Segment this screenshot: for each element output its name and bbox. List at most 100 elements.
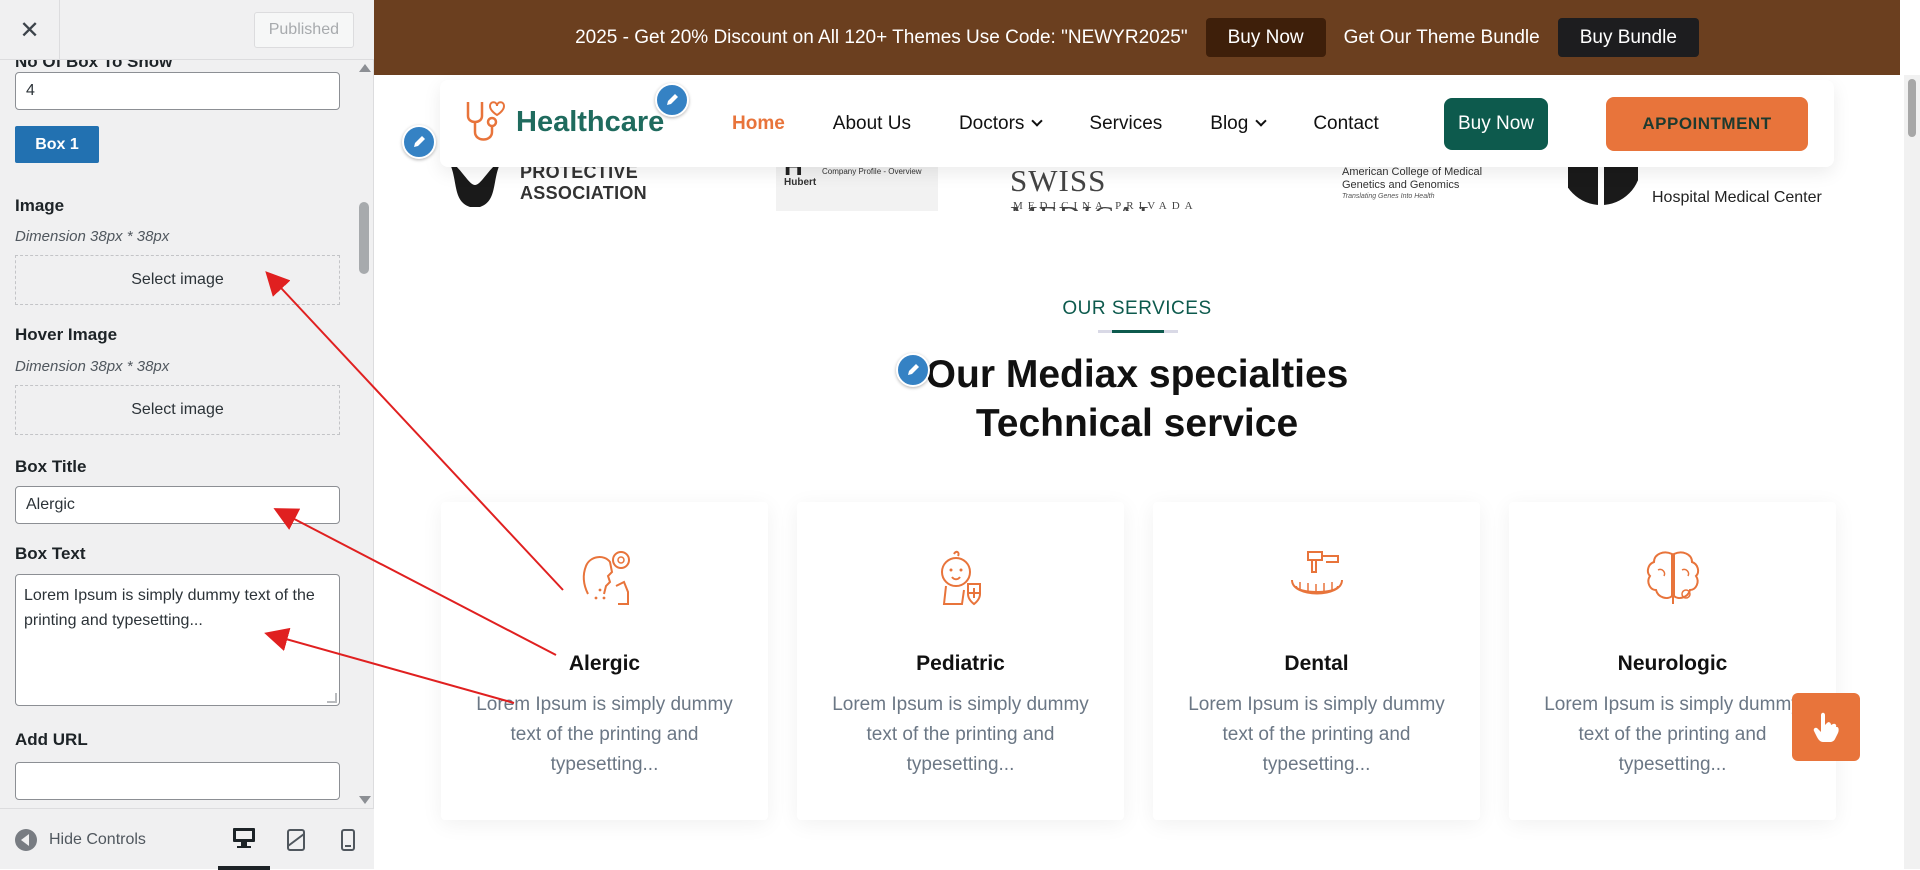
bundle-text: Get Our Theme Bundle [1343,26,1540,48]
nav-services[interactable]: Services [1089,113,1162,135]
scroll-down-arrow-icon[interactable] [359,796,371,804]
chevron-down-icon [1031,115,1044,127]
tablet-preview-button[interactable] [270,809,322,870]
floating-hand-button[interactable] [1792,693,1860,761]
service-card-dental[interactable]: Dental Lorem Ipsum is simply dummy text … [1153,502,1480,820]
service-card-text: Lorem Ipsum is simply dummy text of the … [476,694,733,775]
box-text-label: Box Text [15,544,86,563]
preview-scrollbar-thumb[interactable] [1908,79,1916,137]
hide-controls-label: Hide Controls [49,830,146,848]
edit-shortcut-logo[interactable] [655,83,689,117]
services-kicker: OUR SERVICES [1062,298,1212,319]
nav-services-label: Services [1089,112,1163,134]
partner-4-line1: American College of Medical [1342,166,1483,178]
buy-bundle-button[interactable]: Buy Bundle [1557,18,1699,57]
resize-grip-icon[interactable] [327,693,337,703]
partner-4-line2: Genetics and Genomics [1342,179,1460,191]
service-card-title: Dental [1284,652,1349,675]
promo-text: 2025 - Get 20% Discount on All 120+ Them… [575,26,1188,48]
service-card-title: Neurologic [1617,652,1728,675]
select-image-button[interactable]: Select image [15,255,340,305]
mobile-preview-button[interactable] [322,809,374,870]
customizer-panel: ✕ Published No Of Box To Show 4 Box 1 Im… [0,0,374,870]
image-label: Image [15,196,65,215]
partner-5-sub: Hospital Medical Center [1652,189,1822,206]
panel-scrollbar[interactable] [355,60,373,808]
pencil-icon [414,136,425,147]
dental-icon [1291,551,1343,595]
partner-2-sub: Company Profile - Overview [822,167,922,176]
mobile-icon [341,828,355,851]
pencil-icon [667,94,678,105]
close-customizer-button[interactable]: ✕ [0,0,60,60]
box-text-textarea[interactable]: Lorem Ipsum is simply dummy text of the … [15,574,340,706]
baby-icon [941,550,981,606]
allergy-face-icon [582,551,630,605]
select-hover-image-button[interactable]: Select image [15,385,340,435]
no-of-box-label: No Of Box To Show [15,60,173,71]
site-logo[interactable]: Healthcare [462,98,664,146]
chevron-down-icon [1255,115,1267,127]
box-text-value: Lorem Ipsum is simply dummy text of the … [24,587,315,629]
partner-1-name: PROTECTIVE ASSOCIATION [520,162,647,203]
nav-doctors[interactable]: Doctors [958,112,1044,135]
published-button[interactable]: Published [253,12,354,48]
services-title: Our Mediax specialties Technical service [374,350,1900,448]
partner-4-line3: Translating Genes Into Health [1342,193,1435,200]
service-card-alergic[interactable]: Alergic Lorem Ipsum is simply dummy text… [441,502,768,820]
scroll-up-arrow-icon[interactable] [359,64,371,72]
promo-topbar: 2025 - Get 20% Discount on All 120+ Them… [374,0,1900,75]
box-1-button[interactable]: Box 1 [15,126,99,163]
appointment-button[interactable]: APPOINTMENT [1606,97,1808,151]
services-title-line-1: Our Mediax specialties [925,353,1349,396]
pencil-icon [908,364,919,375]
nav-home-label: Home [732,112,785,134]
panel-footer: Hide Controls [0,808,374,870]
partner-3-sub: MEDICINA PRIVADA [1013,200,1198,211]
collapse-arrow-icon [15,828,37,851]
box-title-label: Box Title [15,457,87,476]
service-card-title: Pediatric [916,652,1005,675]
nav-blog[interactable]: Blog [1210,112,1267,135]
nav-contact[interactable]: Contact [1313,113,1378,135]
service-card-title: Alergic [568,652,641,675]
promo-buy-now-button[interactable]: Buy Now [1205,18,1326,57]
nav-buy-now-button[interactable]: Buy Now [1444,98,1549,150]
nav-menu: Home About Us Doctors Services Blog Cont… [732,80,1427,167]
edit-shortcut-header[interactable] [402,125,436,159]
nav-blog-label: Blog [1210,112,1249,134]
service-card-text: Lorem Ipsum is simply dummy text of the … [1188,694,1445,775]
box-title-input[interactable]: Alergic [15,486,340,524]
brain-icon [1646,551,1700,604]
edit-shortcut-services[interactable] [896,353,930,387]
desktop-icon [233,827,255,848]
service-card-text: Lorem Ipsum is simply dummy text of the … [1544,694,1801,775]
services-title-line-2: Technical service [975,402,1299,445]
panel-header: ✕ Published [0,0,374,60]
nav-doctors-label: Doctors [958,112,1025,134]
main-navbar: Healthcare Home About Us Doctors Service… [440,80,1834,167]
partner-2-name: Hubert [784,177,817,188]
service-card-text: Lorem Ipsum is simply dummy text of the … [832,694,1089,775]
hover-image-dimension-hint: Dimension 38px * 38px [15,358,170,375]
close-icon: ✕ [19,16,40,44]
desktop-preview-button[interactable] [218,809,270,870]
service-card-pediatric[interactable]: Pediatric Lorem Ipsum is simply dummy te… [797,502,1124,820]
pointing-hand-icon [1813,712,1839,742]
nav-home[interactable]: Home [732,113,785,135]
stethoscope-heart-icon [466,101,506,141]
logo-text: Healthcare [516,105,665,138]
nav-about-us[interactable]: About Us [833,113,911,135]
services-kicker-underline [1098,330,1178,333]
site-preview: 2025 - Get 20% Discount on All 120+ Them… [374,0,1900,869]
add-url-label: Add URL [15,730,88,749]
scrollbar-thumb[interactable] [359,202,369,274]
hover-image-label: Hover Image [15,325,118,344]
hide-controls-button[interactable]: Hide Controls [15,809,146,870]
tablet-icon [287,828,305,851]
service-card-neurologic[interactable]: Neurologic Lorem Ipsum is simply dummy t… [1509,502,1836,820]
panel-body: No Of Box To Show 4 Box 1 Image Dimensio… [0,60,355,808]
preview-scrollbar[interactable] [1904,75,1920,869]
add-url-input[interactable] [15,762,340,800]
no-of-box-input[interactable]: 4 [15,72,340,110]
